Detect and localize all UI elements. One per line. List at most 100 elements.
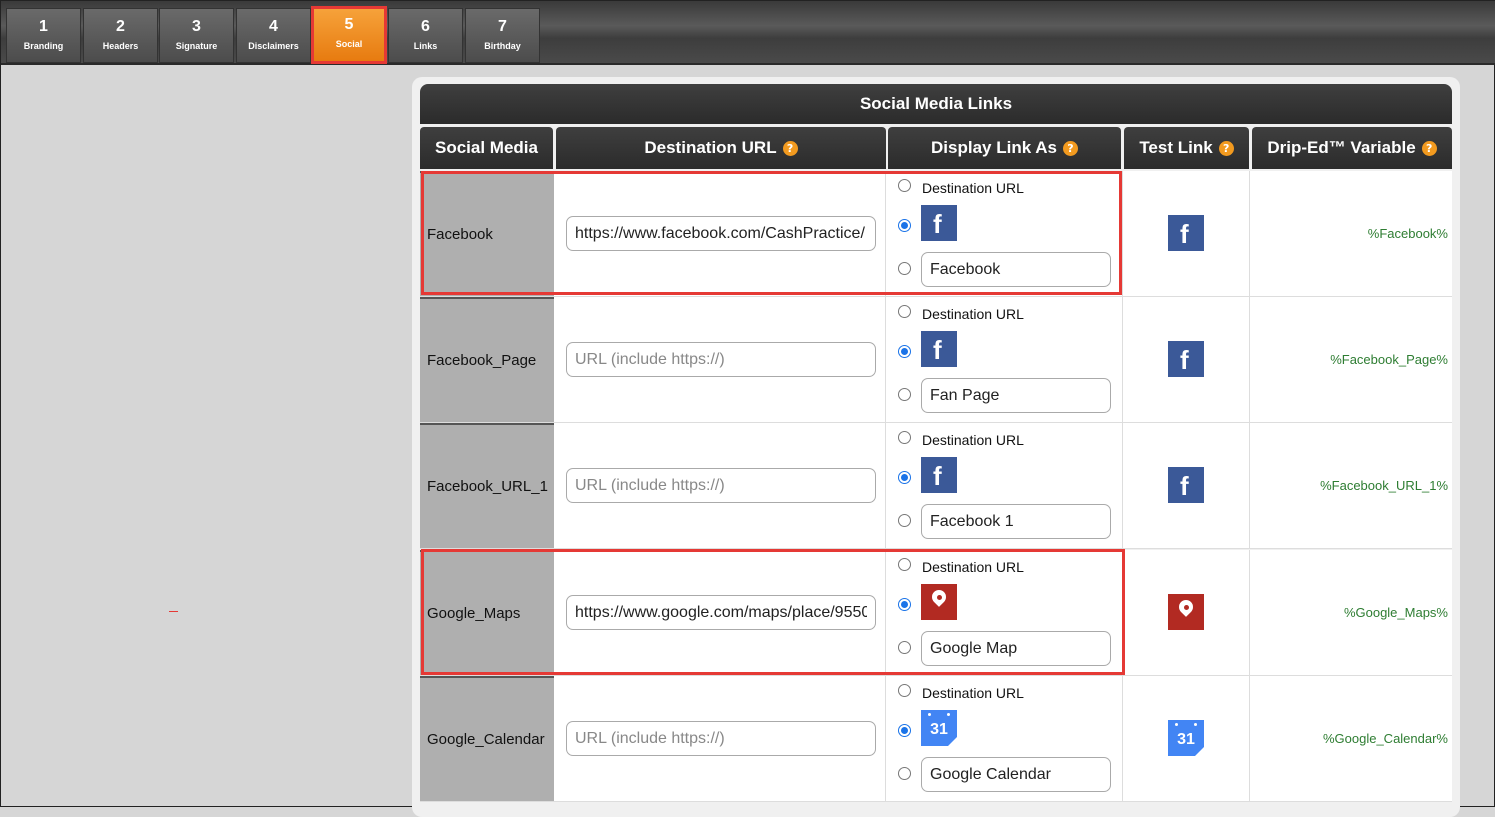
- radio-icon-option[interactable]: [898, 598, 911, 611]
- radio-destination-url[interactable]: [898, 558, 911, 571]
- social-media-name: Google_Calendar: [420, 676, 554, 801]
- display-text-input[interactable]: [921, 252, 1111, 287]
- table-row: Facebook Destination URL f f %Facebook%: [420, 171, 1452, 297]
- radio-text-option[interactable]: [898, 262, 911, 275]
- facebook-icon: f: [921, 205, 957, 241]
- header-drip-variable: Drip-Ed™ Variable ?: [1252, 127, 1452, 169]
- radio-text-option[interactable]: [898, 767, 911, 780]
- facebook-icon[interactable]: f: [1168, 341, 1204, 377]
- tab-label: Branding: [23, 41, 64, 51]
- calendar-icon[interactable]: 31: [1168, 720, 1204, 756]
- tab-number: 1: [39, 18, 48, 35]
- tab-label: Links: [413, 41, 438, 51]
- header-label: Display Link As: [931, 138, 1057, 157]
- icon-glyph: f: [933, 335, 942, 365]
- facebook-icon[interactable]: f: [1168, 467, 1204, 503]
- tab-number: 6: [421, 18, 430, 35]
- destination-url-input[interactable]: [566, 721, 876, 756]
- radio-label: Destination URL: [922, 685, 1024, 701]
- tab-number: 4: [269, 18, 278, 35]
- destination-url-cell: [556, 171, 886, 296]
- display-text-input[interactable]: [921, 504, 1111, 539]
- social-media-name: Facebook_URL_1: [420, 423, 554, 548]
- radio-label: Destination URL: [922, 432, 1024, 448]
- test-link-cell: 31: [1124, 676, 1250, 801]
- tab-birthday[interactable]: 7 Birthday: [465, 8, 540, 63]
- header-label: Drip-Ed™ Variable: [1267, 138, 1416, 157]
- radio-icon-option[interactable]: [898, 345, 911, 358]
- radio-icon-option[interactable]: [898, 724, 911, 737]
- icon-glyph: f: [1180, 471, 1189, 501]
- radio-text-option[interactable]: [898, 514, 911, 527]
- help-icon[interactable]: ?: [1062, 140, 1078, 156]
- tab-number: 7: [498, 18, 507, 35]
- tab-headers[interactable]: 2 Headers: [83, 8, 158, 63]
- top-tab-bar: 1 Branding 2 Headers 3 Signature 4 Discl…: [1, 1, 1495, 65]
- tab-label: Headers: [102, 41, 139, 51]
- header-label: Social Media: [435, 138, 538, 157]
- tab-links[interactable]: 6 Links: [388, 8, 463, 63]
- header-test-link: Test Link ?: [1124, 127, 1249, 169]
- radio-destination-url[interactable]: [898, 431, 911, 444]
- display-text-input[interactable]: [921, 757, 1111, 792]
- display-text-input[interactable]: [921, 378, 1111, 413]
- table-row: Facebook_Page Destination URL f f %Faceb…: [420, 297, 1452, 423]
- tab-number: 2: [116, 18, 125, 35]
- header-destination-url: Destination URL ?: [556, 127, 886, 169]
- drip-variable: %Google_Maps%: [1343, 605, 1448, 620]
- map-pin-icon: [921, 584, 957, 620]
- radio-text-option[interactable]: [898, 641, 911, 654]
- radio-destination-url[interactable]: [898, 684, 911, 697]
- destination-url-input[interactable]: [566, 468, 876, 503]
- tab-social[interactable]: 5 Social: [311, 6, 387, 64]
- help-icon[interactable]: ?: [1421, 140, 1437, 156]
- facebook-icon: f: [921, 457, 957, 493]
- header-label: Destination URL: [644, 138, 777, 157]
- icon-glyph: f: [1180, 219, 1189, 249]
- drip-variable: %Facebook_Page%: [1330, 352, 1448, 367]
- header-label: Test Link: [1139, 138, 1213, 157]
- map-pin-icon[interactable]: [1168, 594, 1204, 630]
- radio-label: Destination URL: [922, 180, 1024, 196]
- icon-glyph: f: [933, 209, 942, 239]
- social-media-name: Facebook: [420, 171, 554, 296]
- destination-url-input[interactable]: [566, 342, 876, 377]
- radio-destination-url[interactable]: [898, 179, 911, 192]
- radio-icon-option[interactable]: [898, 219, 911, 232]
- display-text-input[interactable]: [921, 631, 1111, 666]
- header-social-media: Social Media: [420, 127, 553, 169]
- decorative-dash: [169, 611, 178, 612]
- radio-destination-url[interactable]: [898, 305, 911, 318]
- destination-url-input[interactable]: [566, 595, 876, 630]
- tab-branding[interactable]: 1 Branding: [6, 8, 81, 63]
- destination-url-cell: [556, 676, 886, 801]
- icon-glyph: 31: [930, 721, 948, 738]
- display-link-cell: Destination URL: [887, 550, 1123, 675]
- test-link-cell: [1124, 550, 1250, 675]
- social-media-name: Facebook_Page: [420, 297, 554, 422]
- drip-variable: %Google_Calendar%: [1322, 731, 1448, 746]
- tab-number: 5: [344, 16, 354, 33]
- test-link-cell: f: [1124, 423, 1250, 548]
- icon-glyph: f: [933, 461, 942, 491]
- tab-disclaimers[interactable]: 4 Disclaimers: [236, 8, 311, 63]
- tab-label: Signature: [175, 41, 218, 51]
- tab-signature[interactable]: 3 Signature: [159, 8, 234, 63]
- facebook-icon: f: [921, 331, 957, 367]
- tab-label: Disclaimers: [248, 41, 299, 51]
- help-icon[interactable]: ?: [1218, 140, 1234, 156]
- facebook-icon[interactable]: f: [1168, 215, 1204, 251]
- help-icon[interactable]: ?: [782, 140, 798, 156]
- panel-title: Social Media Links: [420, 84, 1452, 124]
- drip-variable: %Facebook_URL_1%: [1320, 478, 1448, 493]
- calendar-icon: 31: [921, 710, 957, 746]
- radio-text-option[interactable]: [898, 388, 911, 401]
- destination-url-cell: [556, 550, 886, 675]
- icon-glyph: f: [1180, 345, 1189, 375]
- radio-icon-option[interactable]: [898, 471, 911, 484]
- display-link-cell: Destination URL f: [887, 297, 1123, 422]
- display-link-cell: Destination URL f: [887, 423, 1123, 548]
- table-row: Google_Maps Destination URL %Google_Maps…: [420, 550, 1452, 676]
- header-display-link-as: Display Link As ?: [888, 127, 1121, 169]
- destination-url-input[interactable]: [566, 216, 876, 251]
